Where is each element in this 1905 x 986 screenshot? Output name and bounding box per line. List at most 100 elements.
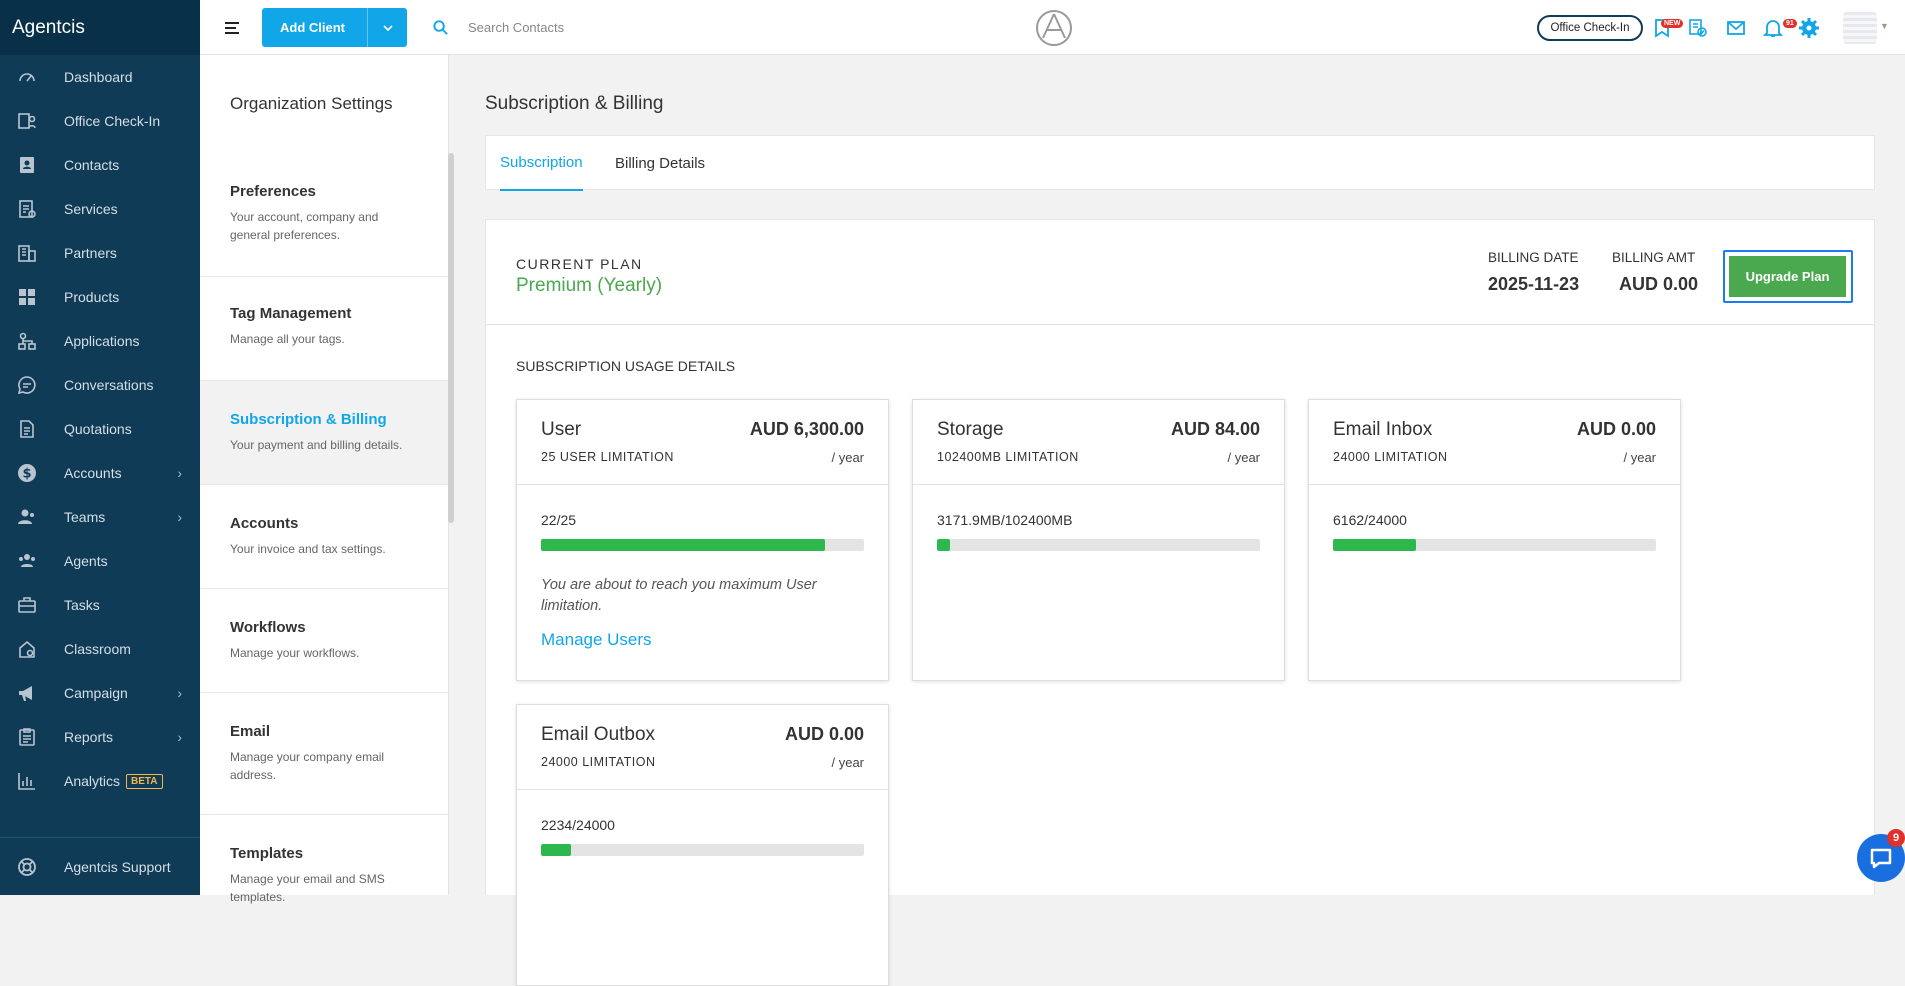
settings-item-accounts[interactable]: Accounts Your invoice and tax settings. [200, 485, 448, 589]
search-icon[interactable] [432, 19, 449, 36]
card-name: User [541, 419, 582, 440]
card-usage-text: 3171.9MB/102400MB [937, 512, 1073, 528]
sidebar-item-dashboard[interactable]: Dashboard [0, 55, 200, 99]
chevron-down-icon[interactable] [367, 8, 407, 47]
chevron-right-icon: › [177, 729, 182, 745]
analytics-icon [14, 770, 40, 792]
add-client-label: Add Client [280, 20, 345, 35]
usage-card-email-outbox: Email Outbox AUD 0.00 24000 LIMITATION /… [516, 704, 889, 986]
sidebar-item-label: Classroom [64, 641, 131, 657]
sidebar-item-label: Analytics [64, 773, 121, 789]
chevron-down-icon[interactable]: ▼ [1880, 21, 1889, 31]
sidebar-item-quotations[interactable]: Quotations [0, 407, 200, 451]
office-checkin-button[interactable]: Office Check-In [1537, 15, 1643, 41]
card-price: AUD 84.00 [1170, 419, 1260, 439]
settings-item-email[interactable]: Email Manage your company email address. [200, 693, 448, 815]
settings-menu: Organization Settings Preferences Your a… [200, 55, 449, 904]
settings-item-preferences[interactable]: Preferences Your account, company and ge… [200, 155, 448, 277]
tab-billing-details[interactable]: Billing Details [615, 136, 705, 191]
checkin-icon [14, 110, 40, 132]
chevron-right-icon: › [177, 685, 182, 701]
sidebar-item-conversations[interactable]: Conversations [0, 363, 200, 407]
settings-item-desc: Your payment and billing details. [230, 438, 403, 452]
card-limit: 102400MB LIMITATION [937, 450, 1079, 464]
sidebar-item-reports[interactable]: Reports › [0, 715, 200, 759]
settings-item-desc: Manage your workflows. [230, 646, 360, 660]
usage-card-storage: Storage AUD 84.00 102400MB LIMITATION / … [912, 399, 1285, 681]
contacts-icon [14, 154, 40, 176]
card-period: / year [831, 755, 864, 770]
sidebar-item-label: Products [64, 289, 120, 305]
gear-icon[interactable] [1798, 17, 1820, 39]
lifebuoy-icon [14, 857, 40, 877]
search-input[interactable] [468, 14, 768, 40]
upgrade-focus-ring: Upgrade Plan [1723, 250, 1853, 303]
dollar-icon: $ [14, 462, 40, 484]
mail-icon[interactable] [1725, 17, 1747, 39]
settings-item-workflows[interactable]: Workflows Manage your workflows. [200, 589, 448, 693]
billing-amt-value: AUD 0.00 [1619, 274, 1699, 294]
settings-item-tag-management[interactable]: Tag Management Manage all your tags. [200, 277, 448, 381]
upgrade-plan-button[interactable]: Upgrade Plan [1729, 256, 1846, 297]
usage-progress-bar [541, 844, 864, 856]
checklist-icon[interactable] [1687, 17, 1709, 39]
sidebar-item-label: Contacts [64, 157, 120, 173]
clipboard-icon [14, 726, 40, 748]
sidebar-item-accounts[interactable]: $ Accounts › [0, 451, 200, 495]
services-icon [14, 198, 40, 220]
sidebar-item-agents[interactable]: Agents [0, 539, 200, 583]
products-icon [14, 286, 40, 308]
billing-date-value: 2025-11-23 [1488, 274, 1580, 294]
sidebar-item-office-checkin[interactable]: Office Check-In [0, 99, 200, 143]
settings-item-subscription-billing[interactable]: Subscription & Billing Your payment and … [200, 381, 448, 485]
sidebar-item-contacts[interactable]: Contacts [0, 143, 200, 187]
building-icon [14, 242, 40, 264]
usage-progress-fill [937, 539, 950, 551]
sidebar-item-applications[interactable]: Applications [0, 319, 200, 363]
sidebar-item-analytics[interactable]: Analytics BETA [0, 759, 200, 803]
sidebar-item-products[interactable]: Products [0, 275, 200, 319]
menu-icon[interactable] [222, 18, 242, 38]
sidebar-item-services[interactable]: Services [0, 187, 200, 231]
chevron-right-icon: › [177, 465, 182, 481]
sidebar-item-classroom[interactable]: Classroom [0, 627, 200, 671]
tab-bar: Subscription Billing Details [485, 135, 1875, 191]
sidebar-item-label: Partners [64, 245, 117, 261]
classroom-icon [14, 638, 40, 660]
sidebar-item-campaign[interactable]: Campaign › [0, 671, 200, 715]
settings-item-title: Subscription & Billing [230, 411, 387, 428]
card-header: User AUD 6,300.00 25 USER LIMITATION / y… [517, 400, 888, 485]
settings-item-title: Preferences [230, 183, 316, 200]
brand-logo[interactable]: Agentcis [0, 0, 200, 55]
team-icon [14, 506, 40, 528]
settings-item-templates[interactable]: Templates Manage your email and SMS temp… [200, 815, 448, 925]
sidebar-item-partners[interactable]: Partners [0, 231, 200, 275]
card-limit: 24000 LIMITATION [541, 755, 656, 769]
avatar[interactable] [1843, 12, 1877, 44]
usage-progress-fill [1333, 539, 1416, 551]
sidebar-item-label: Office Check-In [64, 113, 161, 129]
add-client-button[interactable]: Add Client [262, 8, 407, 47]
current-plan-value: Premium (Yearly) [516, 275, 663, 296]
top-bar: Add Client Office Check-In NEW 91 ▼ [200, 0, 1905, 55]
card-limit: 24000 LIMITATION [1333, 450, 1448, 464]
manage-users-link[interactable]: Manage Users [541, 630, 652, 650]
sidebar-nav: Dashboard Office Check-In Contacts Servi… [0, 55, 200, 803]
card-period: / year [1623, 450, 1656, 465]
settings-title: Organization Settings [230, 94, 393, 113]
settings-item-desc: Your account, company and general prefer… [230, 210, 379, 242]
bell-icon[interactable] [1762, 17, 1784, 39]
tab-subscription[interactable]: Subscription [500, 136, 583, 191]
sidebar-item-tasks[interactable]: Tasks [0, 583, 200, 627]
settings-scrollbar[interactable] [448, 153, 454, 523]
card-name: Email Inbox [1333, 419, 1433, 440]
chat-unread-badge: 9 [1887, 829, 1905, 847]
settings-list: Preferences Your account, company and ge… [200, 155, 448, 925]
card-usage-text: 6162/24000 [1333, 512, 1407, 528]
new-badge: NEW [1661, 19, 1684, 28]
sidebar-item-label: Campaign [64, 685, 128, 701]
briefcase-icon [14, 594, 40, 616]
sidebar-item-teams[interactable]: Teams › [0, 495, 200, 539]
card-header: Email Inbox AUD 0.00 24000 LIMITATION / … [1309, 400, 1680, 485]
sidebar-item-support[interactable]: Agentcis Support [0, 837, 200, 895]
